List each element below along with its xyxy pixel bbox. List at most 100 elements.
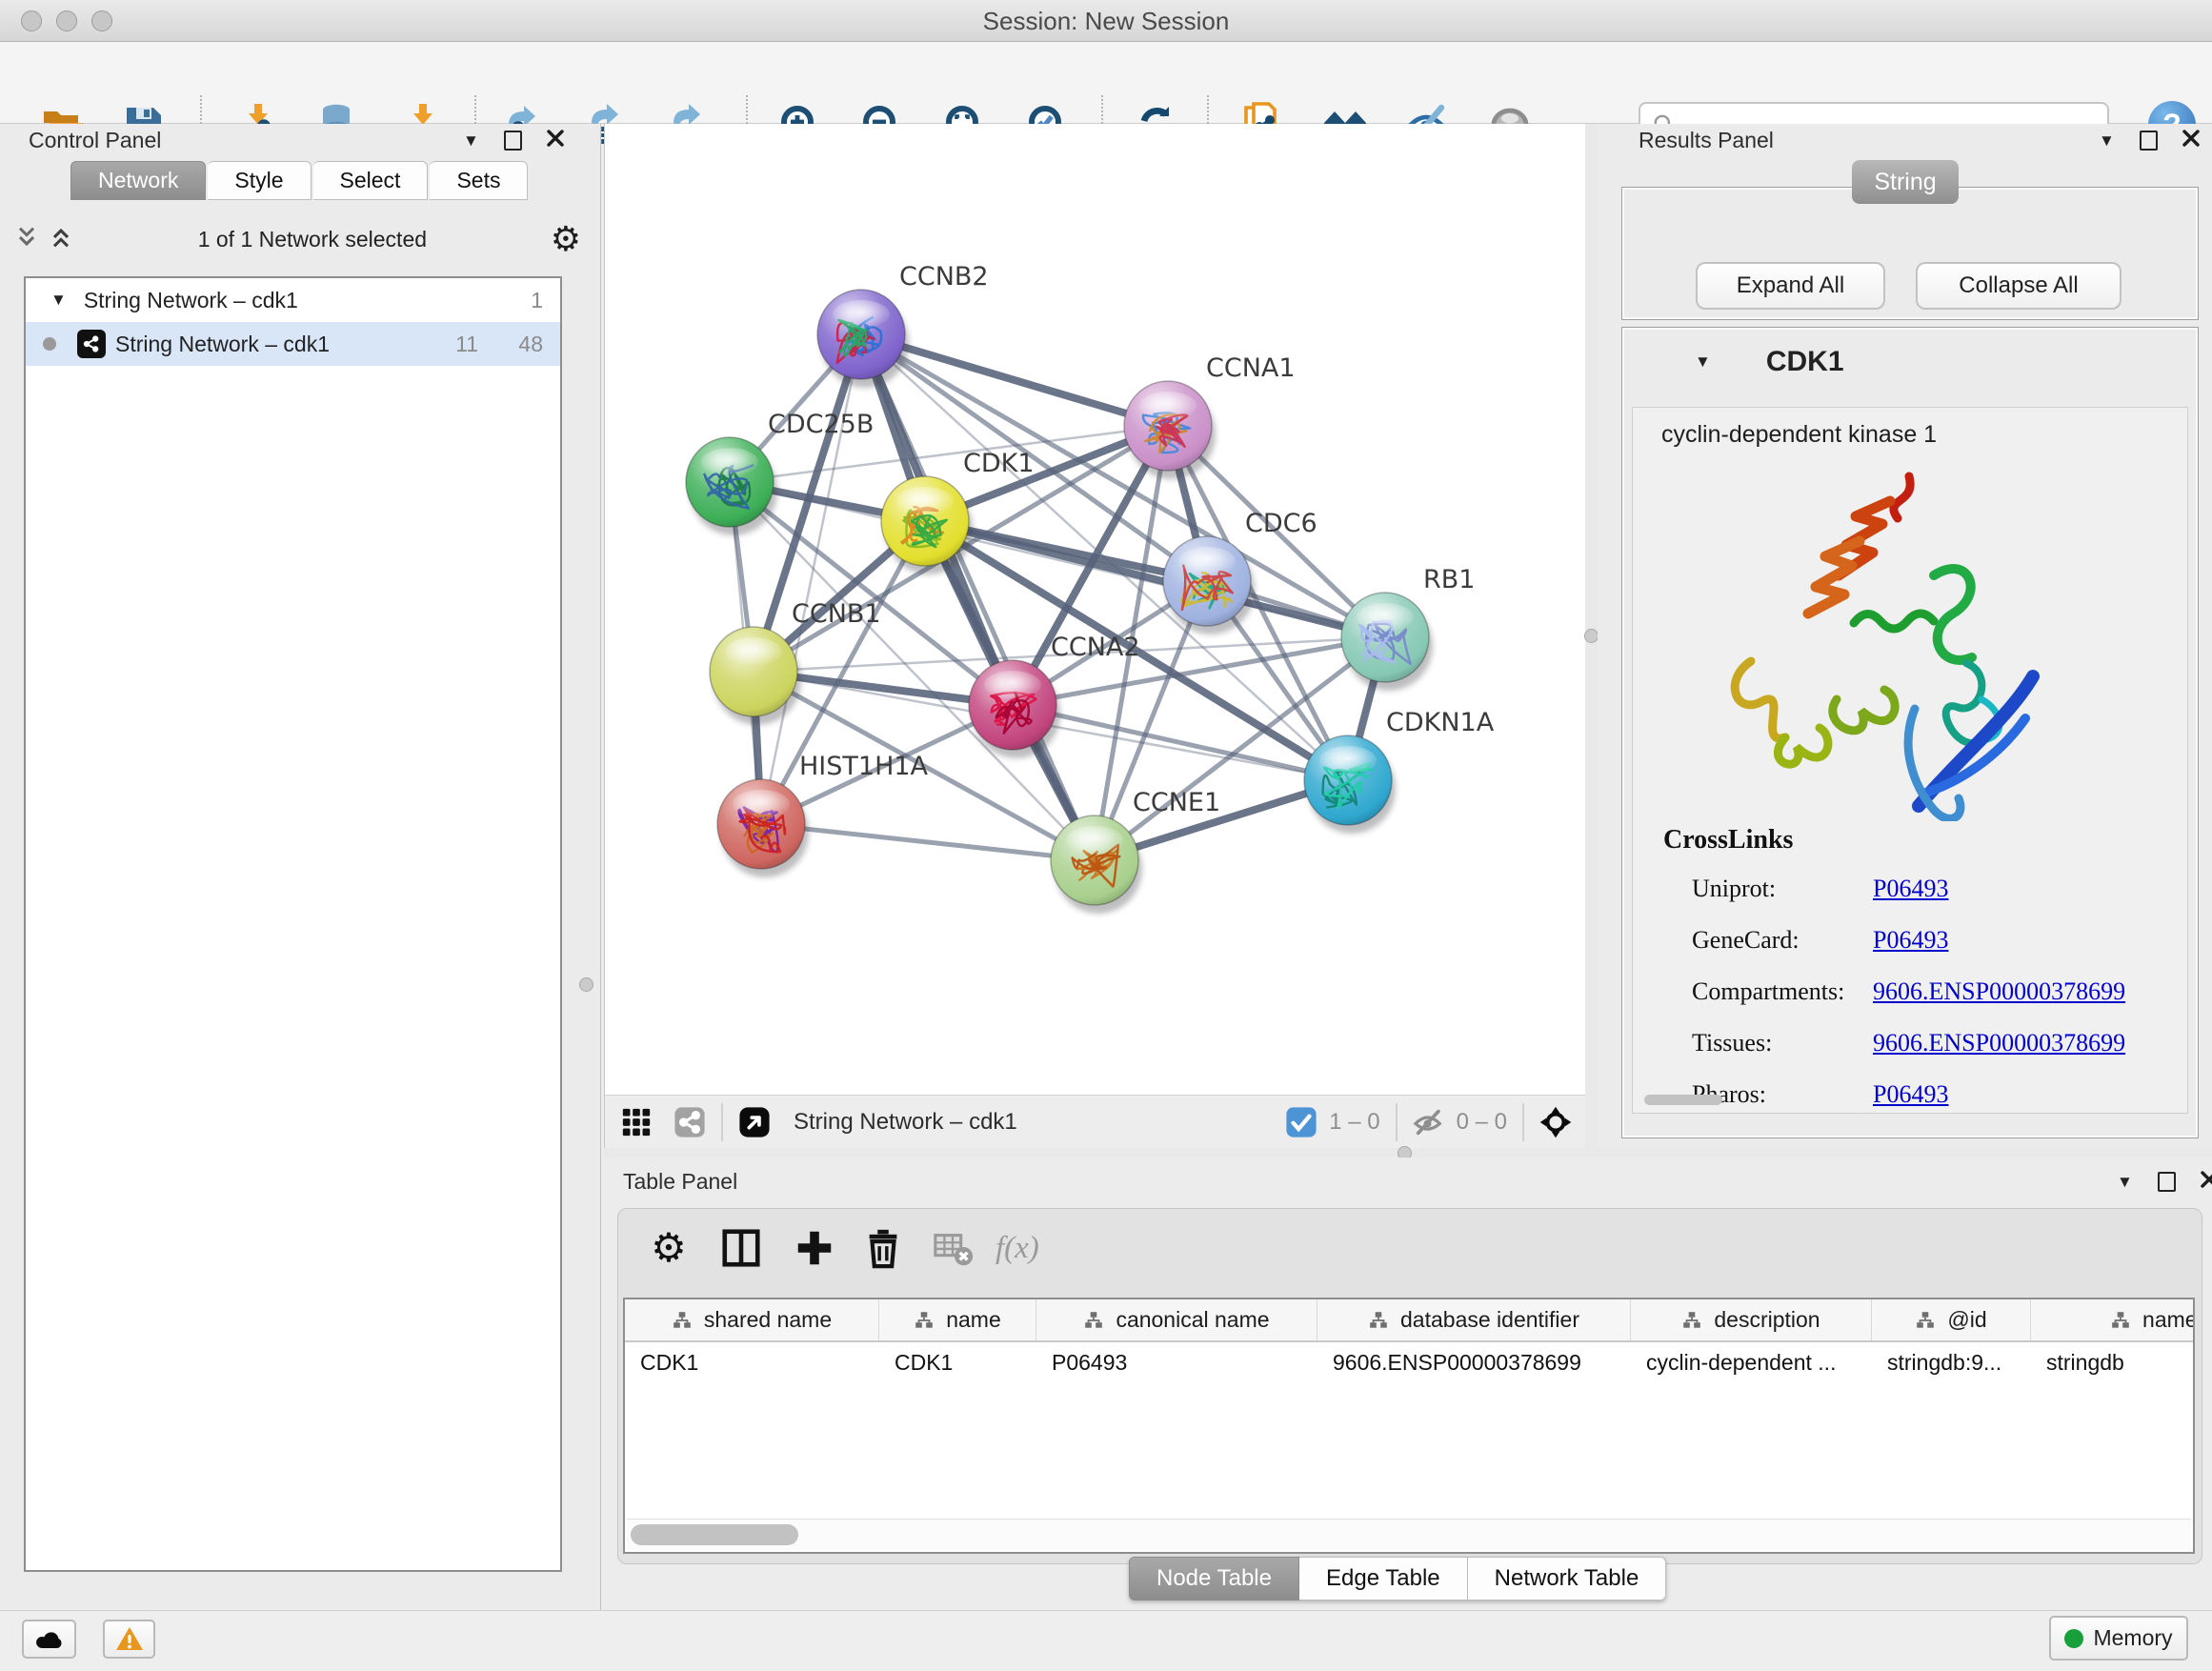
left-splitter-handle[interactable] <box>579 977 593 992</box>
table-settings-gear-icon[interactable]: ⚙ <box>647 1226 691 1270</box>
results-panel-header-icons: ▼ <box>2099 130 2200 151</box>
column-header-namespace[interactable]: namespace <box>2031 1299 2195 1340</box>
panel-close-icon[interactable] <box>2201 1171 2212 1193</box>
grid-view-icon[interactable] <box>620 1106 653 1138</box>
network-node-CDC6[interactable] <box>1163 536 1255 634</box>
results-scrollbar-thumb[interactable] <box>1644 1095 1722 1105</box>
tab-string[interactable]: String <box>1852 160 1959 204</box>
node-label-CCNA2: CCNA2 <box>1051 633 1140 662</box>
crosslink-compartments-link[interactable]: 9606.ENSP00000378699 <box>1873 977 2125 1006</box>
table-header-row: shared namenamecanonical namedatabase id… <box>625 1299 2193 1342</box>
panel-float-icon[interactable] <box>504 131 522 151</box>
collapse-all-button[interactable]: Collapse All <box>1916 262 2122 310</box>
expand-all-button[interactable]: Expand All <box>1696 262 1885 310</box>
expand-all-networks-icon[interactable] <box>48 224 74 255</box>
birdseye-view-icon[interactable] <box>738 1106 771 1138</box>
edge-CDK1-RB1[interactable] <box>925 521 1385 637</box>
column-header-name[interactable]: name <box>879 1299 1036 1340</box>
network-node-CDKN1A[interactable] <box>1304 735 1396 834</box>
show-columns-icon[interactable] <box>719 1226 763 1270</box>
table-panel-body: ⚙ f(x) shared namenamecanonical namedata… <box>617 1208 2202 1564</box>
tab-style[interactable]: Style <box>208 161 311 200</box>
network-share-icon[interactable] <box>674 1106 706 1138</box>
column-header-canonical-name[interactable]: canonical name <box>1036 1299 1317 1340</box>
current-network-bullet <box>43 337 56 351</box>
control-panel: Control Panel ▼ NetworkStyleSelectSets 1… <box>0 124 601 1610</box>
toolbar-divider <box>1396 1103 1398 1141</box>
network-node-CDC25B[interactable] <box>686 437 777 535</box>
network-node-count: 11 <box>431 332 478 357</box>
edge-CCNB2-CCNE1[interactable] <box>861 334 1095 860</box>
tab-network[interactable]: Network <box>70 161 206 200</box>
crosslink-label: GeneCard: <box>1692 926 1873 955</box>
panel-float-icon[interactable] <box>2158 1172 2176 1192</box>
crosslink-row: Pharos:P06493 <box>1692 1069 2168 1114</box>
crosslink-row: Tissues:9606.ENSP00000378699 <box>1692 1017 2168 1069</box>
network-view-toolbar: String Network – cdk1 1 – 0 0 – 0 <box>605 1095 1585 1148</box>
network-tree: ▼ String Network – cdk1 1 String Network… <box>24 276 562 1572</box>
function-builder-icon[interactable]: f(x) <box>995 1226 1081 1270</box>
network-canvas[interactable]: CCNB2CCNA1CDC25BCDK1CDC6RB1CCNB1CCNA2CDK… <box>605 124 1584 1094</box>
network-node-CCNE1[interactable] <box>1051 815 1142 914</box>
hidden-elements-icon[interactable] <box>1413 1106 1445 1138</box>
fit-content-crosshair-icon[interactable] <box>1539 1106 1572 1138</box>
crosslink-uniprot-link[interactable]: P06493 <box>1873 875 1948 903</box>
tab-select[interactable]: Select <box>313 161 429 200</box>
edge-HIST1H1A-CCNE1[interactable] <box>761 824 1095 860</box>
network-node-HIST1H1A[interactable] <box>717 779 809 877</box>
network-node-CCNA1[interactable] <box>1124 381 1216 479</box>
table-row[interactable]: CDK1CDK1P064939606.ENSP00000378699cyclin… <box>625 1342 2193 1382</box>
network-view-title: String Network – cdk1 <box>794 1109 1017 1136</box>
panel-menu-icon[interactable]: ▼ <box>463 131 479 151</box>
add-column-icon[interactable] <box>793 1226 836 1270</box>
memory-button[interactable]: Memory <box>2049 1616 2188 1661</box>
collapse-all-networks-icon[interactable] <box>13 224 40 255</box>
results-entry-box: ▼ CDK1 cyclin-dependent kinase 1 <box>1621 327 2199 1138</box>
hidden-node-edge-counts: 0 – 0 <box>1457 1109 1507 1136</box>
panel-close-icon[interactable] <box>2182 130 2200 151</box>
crosslink-genecard-link[interactable]: P06493 <box>1873 926 1948 955</box>
column-header-shared-name[interactable]: shared name <box>625 1299 879 1340</box>
crosslink-row: Uniprot:P06493 <box>1692 863 2168 915</box>
network-node-RB1[interactable] <box>1341 593 1433 691</box>
panel-menu-icon[interactable]: ▼ <box>2099 131 2115 151</box>
cloud-status-button[interactable] <box>22 1620 76 1659</box>
tab-node-table[interactable]: Node Table <box>1129 1557 1299 1601</box>
selected-checkbox-icon[interactable] <box>1285 1106 1317 1138</box>
table-cell: stringdb <box>2031 1350 2195 1376</box>
network-node-CCNB2[interactable] <box>817 290 909 388</box>
column-header-database-identifier[interactable]: database identifier <box>1317 1299 1631 1340</box>
memory-status-icon <box>2064 1629 2083 1648</box>
table-cell: 9606.ENSP00000378699 <box>1317 1350 1631 1376</box>
crosslink-tissues-link[interactable]: 9606.ENSP00000378699 <box>1873 1029 2125 1057</box>
column-header-description[interactable]: description <box>1631 1299 1872 1340</box>
network-node-CDK1[interactable] <box>881 476 973 574</box>
network-row-selected[interactable]: String Network – cdk1 11 48 <box>26 322 560 366</box>
network-options-gear-icon[interactable]: ⚙ <box>551 222 581 256</box>
tab-network-table[interactable]: Network Table <box>1468 1557 1667 1601</box>
delete-column-icon[interactable] <box>861 1226 905 1270</box>
network-collection-row[interactable]: ▼ String Network – cdk1 1 <box>26 278 560 322</box>
delete-table-icon[interactable] <box>932 1226 975 1270</box>
node-label-CCNB2: CCNB2 <box>899 262 989 292</box>
panel-menu-icon[interactable]: ▼ <box>2117 1173 2133 1192</box>
panel-close-icon[interactable] <box>547 130 564 151</box>
edge-CCNA2-CDKN1A[interactable] <box>1013 705 1348 780</box>
tab-edge-table[interactable]: Edge Table <box>1299 1557 1468 1601</box>
tab-sets[interactable]: Sets <box>430 161 528 200</box>
column-header-id[interactable]: @id <box>1872 1299 2031 1340</box>
entry-expander-icon[interactable]: ▼ <box>1695 352 1711 372</box>
table-cell: CDK1 <box>879 1350 1036 1376</box>
table-h-scrollbar-thumb[interactable] <box>631 1524 798 1545</box>
node-table: shared namenamecanonical namedatabase id… <box>623 1298 2195 1554</box>
entry-gene-name: CDK1 <box>1766 346 1844 378</box>
window-title: Session: New Session <box>0 7 2212 36</box>
entry-header[interactable]: ▼ CDK1 <box>1622 328 2198 396</box>
warnings-button[interactable] <box>103 1620 155 1659</box>
panel-float-icon[interactable] <box>2140 131 2158 151</box>
right-splitter-handle[interactable] <box>1584 629 1599 643</box>
crosslink-pharos-link[interactable]: P06493 <box>1873 1080 1948 1109</box>
table-h-scrollbar[interactable] <box>627 1519 2191 1550</box>
edge-CCNB2-HIST1H1A[interactable] <box>761 334 861 824</box>
collection-expander-icon[interactable]: ▼ <box>50 291 67 310</box>
